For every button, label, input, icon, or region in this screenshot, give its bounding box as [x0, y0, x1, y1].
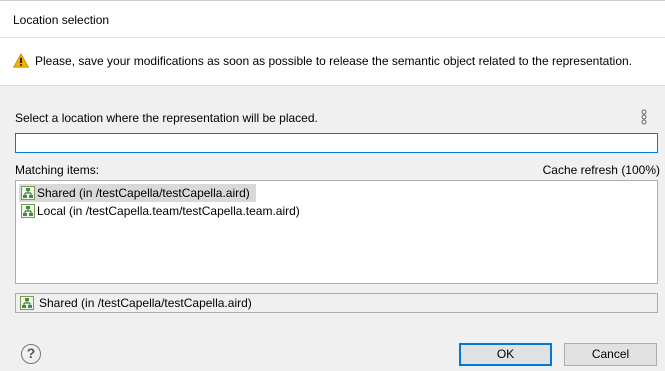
message-area: Please, save your modifications as soon … — [0, 38, 665, 86]
list-item-shared[interactable]: Shared (in /testCapella/testCapella.aird… — [19, 184, 256, 202]
filter-input[interactable] — [15, 133, 658, 153]
matching-items-label: Matching items: — [15, 163, 100, 177]
cache-refresh-status: Cache refresh (100%) — [542, 163, 660, 177]
warning-icon — [13, 53, 29, 68]
dialog-title: Location selection — [13, 13, 110, 27]
dialog-titlebar: Location selection — [0, 0, 665, 38]
list-item-local[interactable]: Local (in /testCapella.team/testCapella.… — [19, 202, 306, 220]
session-icon — [21, 186, 35, 200]
selection-detail-label: Shared (in /testCapella/testCapella.aird… — [39, 296, 252, 310]
message-text: Please, save your modifications as soon … — [35, 54, 633, 68]
view-menu-icon[interactable] — [640, 109, 648, 125]
ok-button[interactable]: OK — [459, 343, 552, 366]
selection-detail-bar: Shared (in /testCapella/testCapella.aird… — [15, 293, 658, 313]
select-location-label: Select a location where the representati… — [15, 111, 318, 125]
list-item-label: Local (in /testCapella.team/testCapella.… — [37, 204, 300, 218]
session-icon — [20, 296, 34, 310]
dialog-body: Please, save your modifications as soon … — [0, 38, 665, 371]
help-icon[interactable]: ? — [21, 344, 41, 364]
cancel-button[interactable]: Cancel — [564, 343, 657, 366]
session-icon — [21, 204, 35, 218]
matching-items-list[interactable]: Shared (in /testCapella/testCapella.aird… — [15, 180, 658, 284]
title-divider — [0, 0, 665, 1]
list-item-label: Shared (in /testCapella/testCapella.aird… — [37, 186, 250, 200]
